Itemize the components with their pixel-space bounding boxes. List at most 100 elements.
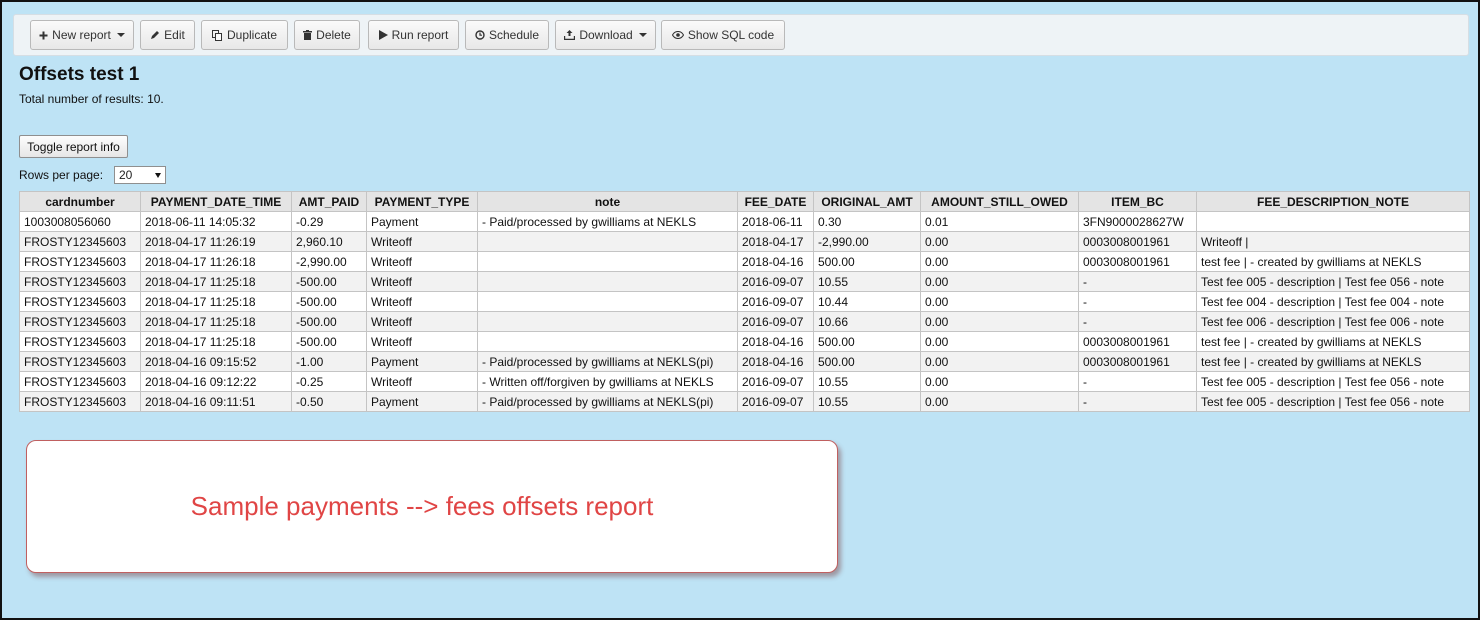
table-cell: 2018-04-17 11:26:18 — [140, 251, 292, 272]
column-header[interactable]: AMOUNT_STILL_OWED — [920, 191, 1079, 212]
table-cell: Payment — [366, 211, 478, 232]
table-cell: FROSTY12345603 — [19, 331, 141, 352]
rows-per-page-value: 20 — [119, 168, 133, 182]
table-cell: 0.00 — [920, 371, 1079, 392]
table-cell: FROSTY12345603 — [19, 251, 141, 272]
table-cell: 0.00 — [920, 311, 1079, 332]
table-cell — [477, 311, 738, 332]
chevron-down-icon — [155, 172, 161, 178]
table-cell: test fee | - created by gwilliams at NEK… — [1196, 331, 1470, 352]
table-cell: -1.00 — [291, 351, 367, 372]
table-cell: 0.00 — [920, 331, 1079, 352]
table-cell: test fee | - created by gwilliams at NEK… — [1196, 251, 1470, 272]
table-cell: -2,990.00 — [813, 231, 921, 252]
annotation-text: Sample payments --> fees offsets report — [190, 491, 654, 521]
column-header[interactable]: ORIGINAL_AMT — [813, 191, 921, 212]
schedule-button[interactable]: Schedule — [465, 20, 549, 50]
report-page: New report Edit Duplicate Delete Run rep… — [0, 0, 1480, 620]
table-cell: 2018-04-16 09:12:22 — [140, 371, 292, 392]
table-cell: 2018-06-11 14:05:32 — [140, 211, 292, 232]
table-row: 1003008056060 2018-06-11 14:05:32 -0.29 Pay… — [19, 211, 1470, 232]
duplicate-label: Duplicate — [226, 28, 278, 42]
table-cell: Test fee 005 - description | Test fee 05… — [1196, 371, 1470, 392]
rows-per-page-select[interactable]: 20 — [114, 166, 166, 184]
annotation-callout: Sample payments --> fees offsets report — [26, 440, 838, 573]
column-header[interactable]: PAYMENT_TYPE — [366, 191, 478, 212]
edit-label: Edit — [164, 28, 185, 42]
duplicate-button[interactable]: Duplicate — [201, 20, 288, 50]
table-row: FROSTY12345603 2018-04-16 09:11:51 -0.50 Pa… — [19, 391, 1470, 412]
table-cell: Writeoff — [366, 291, 478, 312]
copy-icon — [211, 29, 222, 41]
total-results: Total number of results: 10. — [19, 92, 164, 106]
table-row: FROSTY12345603 2018-04-16 09:15:52 -1.00 Pa… — [19, 351, 1470, 372]
table-cell: - Written off/forgiven by gwilliams at N… — [477, 371, 738, 392]
column-header[interactable]: FEE_DESCRIPTION_NOTE — [1196, 191, 1470, 212]
table-cell: FROSTY12345603 — [19, 271, 141, 292]
report-table: cardnumber PAYMENT_DATE_TIME AMT_PAID PA… — [19, 191, 1470, 412]
table-cell: 0003008001961 — [1078, 351, 1197, 372]
delete-label: Delete — [316, 28, 351, 42]
table-cell: - — [1078, 371, 1197, 392]
pencil-icon — [151, 31, 160, 39]
table-cell: 2018-06-11 — [737, 211, 814, 232]
table-cell: FROSTY12345603 — [19, 291, 141, 312]
chevron-down-icon — [116, 33, 125, 37]
table-cell: Writeoff — [366, 371, 478, 392]
table-cell: 2016-09-07 — [737, 311, 814, 332]
table-cell: 2018-04-16 09:15:52 — [140, 351, 292, 372]
table-cell: test fee | - created by gwilliams at NEK… — [1196, 351, 1470, 372]
play-icon — [378, 30, 388, 40]
table-cell: 10.66 — [813, 311, 921, 332]
run-report-button[interactable]: Run report — [368, 20, 459, 50]
table-cell: -500.00 — [291, 331, 367, 352]
table-cell: 0.00 — [920, 251, 1079, 272]
column-header[interactable]: note — [477, 191, 738, 212]
table-cell: -500.00 — [291, 311, 367, 332]
table-cell: Writeoff — [366, 231, 478, 252]
table-cell: 0003008001961 — [1078, 251, 1197, 272]
delete-button[interactable]: Delete — [294, 20, 360, 50]
table-cell: Writeoff — [366, 271, 478, 292]
table-cell: 0.00 — [920, 271, 1079, 292]
toolbar: New report Edit Duplicate Delete Run rep… — [13, 14, 1469, 56]
table-cell: 2018-04-17 11:25:18 — [140, 331, 292, 352]
table-cell: Test fee 006 - description | Test fee 00… — [1196, 311, 1470, 332]
table-row: FROSTY12345603 2018-04-16 09:12:22 -0.25 Wr… — [19, 371, 1470, 392]
table-cell: FROSTY12345603 — [19, 391, 141, 412]
table-cell: - Paid/processed by gwilliams at NEKLS — [477, 211, 738, 232]
download-button[interactable]: Download — [555, 20, 656, 50]
table-cell: Test fee 005 - description | Test fee 05… — [1196, 391, 1470, 412]
new-report-button[interactable]: New report — [30, 20, 134, 50]
total-results-value: 10. — [147, 92, 164, 106]
table-row: FROSTY12345603 2018-04-17 11:25:18 -500.00… — [19, 331, 1470, 352]
table-cell: -0.25 — [291, 371, 367, 392]
column-header[interactable]: FEE_DATE — [737, 191, 814, 212]
column-header[interactable]: cardnumber — [19, 191, 141, 212]
toggle-report-info-button[interactable]: Toggle report info — [19, 135, 128, 158]
table-cell: 2016-09-07 — [737, 271, 814, 292]
table-cell — [477, 231, 738, 252]
rows-per-page-label: Rows per page: — [19, 168, 104, 182]
table-cell: 3FN9000028627W — [1078, 211, 1197, 232]
column-header[interactable]: AMT_PAID — [291, 191, 367, 212]
table-cell: -500.00 — [291, 271, 367, 292]
table-cell: - — [1078, 311, 1197, 332]
show-sql-button[interactable]: Show SQL code — [661, 20, 785, 50]
column-header[interactable]: ITEM_BC — [1078, 191, 1197, 212]
table-cell: 0.00 — [920, 231, 1079, 252]
table-cell: 10.44 — [813, 291, 921, 312]
table-cell: 2,960.10 — [291, 231, 367, 252]
show-sql-label: Show SQL code — [687, 28, 775, 42]
run-report-label: Run report — [391, 28, 449, 42]
table-cell — [477, 251, 738, 272]
page-title: Offsets test 1 — [19, 64, 140, 85]
table-cell: 0.00 — [920, 291, 1079, 312]
table-cell — [477, 291, 738, 312]
edit-button[interactable]: Edit — [140, 20, 195, 50]
table-cell — [477, 271, 738, 292]
table-cell: 500.00 — [813, 331, 921, 352]
column-header[interactable]: PAYMENT_DATE_TIME — [140, 191, 292, 212]
table-cell — [477, 331, 738, 352]
table-cell: 500.00 — [813, 251, 921, 272]
